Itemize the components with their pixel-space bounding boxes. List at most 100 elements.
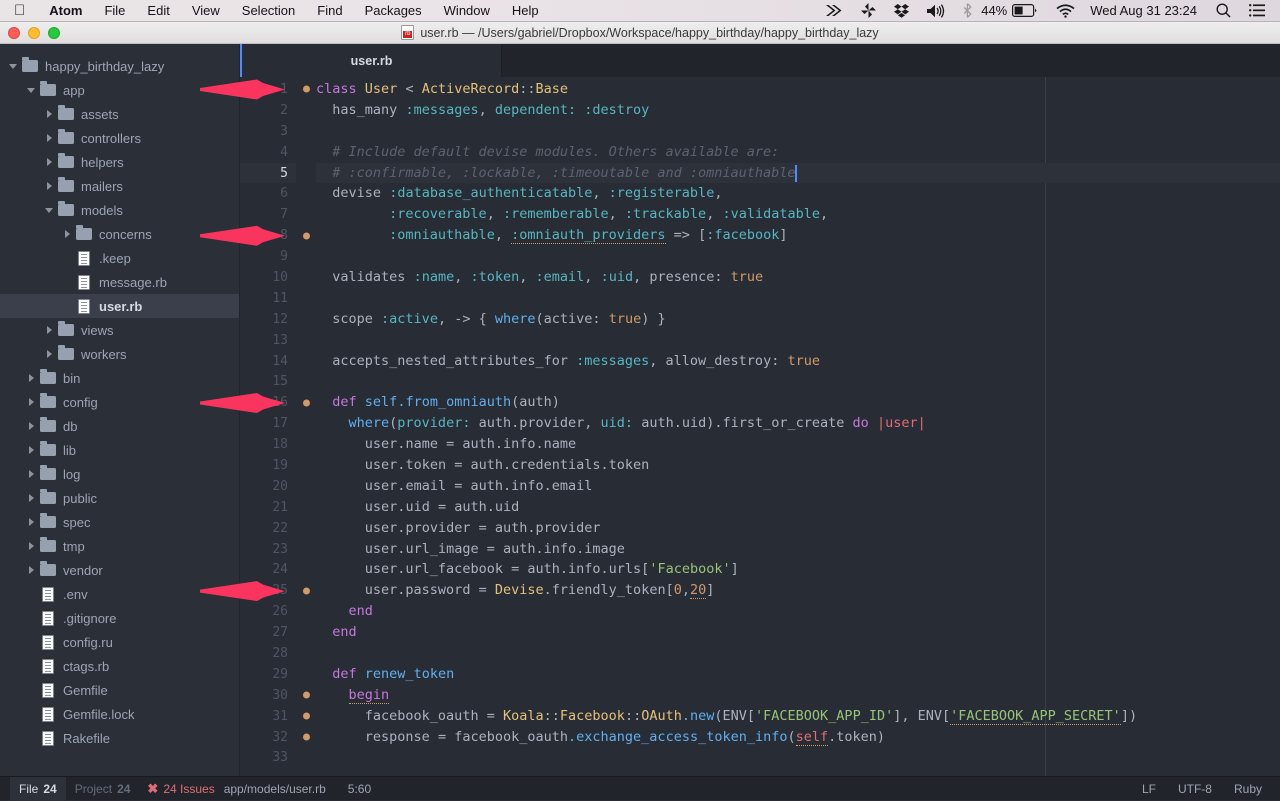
code-line[interactable]: user.url_facebook = auth.info.urls['Face… <box>316 559 1280 580</box>
code-line[interactable] <box>316 288 1280 309</box>
gutter-line-number[interactable]: 25 <box>240 580 296 601</box>
menu-item-edit[interactable]: Edit <box>136 3 180 18</box>
tree-file--env[interactable]: .env <box>0 582 239 606</box>
tree-folder-config[interactable]: config <box>0 390 239 414</box>
gutter-line-number[interactable]: 17 <box>240 413 296 434</box>
gutter-line-number[interactable]: 30 <box>240 685 296 706</box>
menu-item-help[interactable]: Help <box>501 3 550 18</box>
gutter-line-number[interactable]: 6 <box>240 183 296 204</box>
gutter-line-number[interactable]: 16 <box>240 392 296 413</box>
code-line[interactable] <box>316 643 1280 664</box>
tree-file--keep[interactable]: .keep <box>0 246 239 270</box>
code-line[interactable] <box>316 371 1280 392</box>
tree-folder-controllers[interactable]: controllers <box>0 126 239 150</box>
code-line[interactable]: end <box>316 601 1280 622</box>
code-line[interactable]: :omniauthable, :omniauth_providers => [:… <box>316 225 1280 246</box>
search-icon[interactable] <box>1207 3 1240 18</box>
tree-file-rakefile[interactable]: Rakefile <box>0 726 239 750</box>
tree-folder-db[interactable]: db <box>0 414 239 438</box>
chevron-down-icon[interactable] <box>44 205 55 216</box>
notification-center-icon[interactable] <box>1240 4 1274 17</box>
code-line[interactable]: # :confirmable, :lockable, :timeoutable … <box>316 163 1280 184</box>
code-line[interactable]: where(provider: auth.provider, uid: auth… <box>316 413 1280 434</box>
menu-item-selection[interactable]: Selection <box>231 3 306 18</box>
code-line[interactable]: scope :active, -> { where(active: true) … <box>316 309 1280 330</box>
code-line[interactable]: user.name = auth.info.name <box>316 434 1280 455</box>
close-button[interactable] <box>8 27 20 39</box>
code-line[interactable]: accepts_nested_attributes_for :messages,… <box>316 351 1280 372</box>
tree-file--gitignore[interactable]: .gitignore <box>0 606 239 630</box>
window-controls[interactable] <box>8 27 60 39</box>
chevron-right-icon[interactable] <box>26 373 37 384</box>
chevron-right-icon[interactable] <box>44 133 55 144</box>
chevron-right-icon[interactable] <box>26 517 37 528</box>
wifi-icon[interactable] <box>1047 4 1084 18</box>
gutter-line-number[interactable]: 33 <box>240 748 296 769</box>
code-line[interactable]: user.uid = auth.uid <box>316 497 1280 518</box>
tree-folder-mailers[interactable]: mailers <box>0 174 239 198</box>
code-line[interactable]: validates :name, :token, :email, :uid, p… <box>316 267 1280 288</box>
gutter-line-number[interactable]: 4 <box>240 142 296 163</box>
tree-folder-helpers[interactable]: helpers <box>0 150 239 174</box>
chevron-right-icon[interactable] <box>44 349 55 360</box>
menu-clock[interactable]: Wed Aug 31 23:24 <box>1084 3 1207 18</box>
gutter-line-number[interactable]: 22 <box>240 518 296 539</box>
chevron-right-icon[interactable] <box>26 493 37 504</box>
gutter-line-number[interactable]: 27 <box>240 622 296 643</box>
code-line[interactable] <box>316 121 1280 142</box>
pinwheel-icon[interactable] <box>852 3 885 18</box>
code-line[interactable]: user.email = auth.info.email <box>316 476 1280 497</box>
gutter-line-number[interactable]: 2 <box>240 100 296 121</box>
tree-folder-bin[interactable]: bin <box>0 366 239 390</box>
tree-file-user-rb[interactable]: user.rb <box>0 294 239 318</box>
bluetooth-icon[interactable] <box>954 3 981 18</box>
tree-file-message-rb[interactable]: message.rb <box>0 270 239 294</box>
tree-folder-spec[interactable]: spec <box>0 510 239 534</box>
gutter-line-number[interactable]: 15 <box>240 371 296 392</box>
code-line[interactable]: user.password = Devise.friendly_token[0,… <box>316 580 1280 601</box>
menu-item-atom[interactable]: Atom <box>38 3 93 18</box>
status-line-ending[interactable]: LF <box>1142 782 1156 796</box>
code-line[interactable]: response = facebook_oauth.exchange_acces… <box>316 727 1280 748</box>
tree-folder-vendor[interactable]: vendor <box>0 558 239 582</box>
chevron-right-icon[interactable] <box>44 157 55 168</box>
status-encoding[interactable]: UTF-8 <box>1178 782 1212 796</box>
code-line[interactable]: class User < ActiveRecord::Base <box>316 79 1280 100</box>
menu-item-window[interactable]: Window <box>433 3 501 18</box>
gutter-line-number[interactable]: 32 <box>240 727 296 748</box>
tree-folder-happy-birthday-lazy[interactable]: happy_birthday_lazy <box>0 54 239 78</box>
menu-item-view[interactable]: View <box>181 3 231 18</box>
tree-file-config-ru[interactable]: config.ru <box>0 630 239 654</box>
tree-folder-concerns[interactable]: concerns <box>0 222 239 246</box>
gutter-line-number[interactable]: 14 <box>240 351 296 372</box>
tree-view[interactable]: happy_birthday_lazyappassetscontrollersh… <box>0 44 240 800</box>
code-line[interactable]: def self.from_omniauth(auth) <box>316 392 1280 413</box>
gutter-line-number[interactable]: 12 <box>240 309 296 330</box>
status-cursor-position[interactable]: 5:60 <box>348 782 371 796</box>
volume-icon[interactable] <box>918 4 954 18</box>
code-line[interactable]: user.token = auth.credentials.token <box>316 455 1280 476</box>
code-line[interactable]: :recoverable, :rememberable, :trackable,… <box>316 204 1280 225</box>
code-line[interactable]: user.provider = auth.provider <box>316 518 1280 539</box>
gutter-line-number[interactable]: 21 <box>240 497 296 518</box>
menu-item-packages[interactable]: Packages <box>354 3 433 18</box>
gutter-line-number[interactable]: 24 <box>240 559 296 580</box>
fast-forward-icon[interactable] <box>817 4 852 17</box>
text-editor[interactable]: 1234567891011121314151617181920212223242… <box>240 77 1280 800</box>
gutter-line-number[interactable]: 3 <box>240 121 296 142</box>
gutter-line-number[interactable]: 7 <box>240 204 296 225</box>
gutter-line-number[interactable]: 5 <box>240 163 296 184</box>
tree-folder-log[interactable]: log <box>0 462 239 486</box>
tree-folder-lib[interactable]: lib <box>0 438 239 462</box>
gutter-line-number[interactable]: 20 <box>240 476 296 497</box>
tree-file-gemfile[interactable]: Gemfile <box>0 678 239 702</box>
status-grammar[interactable]: Ruby <box>1234 782 1262 796</box>
tree-file-ctags-rb[interactable]: ctags.rb <box>0 654 239 678</box>
chevron-right-icon[interactable] <box>62 229 73 240</box>
code-line[interactable]: # Include default devise modules. Others… <box>316 142 1280 163</box>
tree-folder-app[interactable]: app <box>0 78 239 102</box>
tree-folder-public[interactable]: public <box>0 486 239 510</box>
gutter-line-number[interactable]: 1 <box>240 79 296 100</box>
gutter-line-number[interactable]: 28 <box>240 643 296 664</box>
code-line[interactable]: def renew_token <box>316 664 1280 685</box>
